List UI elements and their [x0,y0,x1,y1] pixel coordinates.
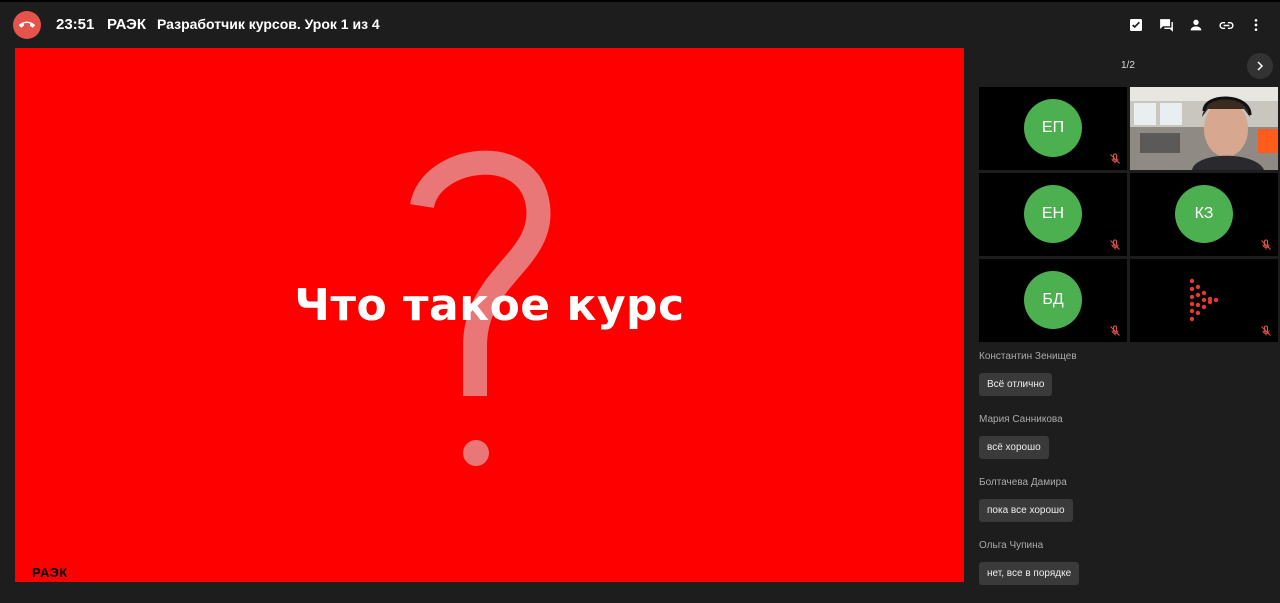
participant-tile[interactable]: ЕН [979,173,1127,256]
checklist-button[interactable] [1126,15,1146,35]
presentation-slide: Что такое курс РАЭК [15,48,964,582]
org-name: РАЭК [107,16,146,33]
mic-off-icon [1110,153,1120,164]
slide-title: Что такое курс [294,280,685,331]
checkbox-icon [1130,19,1142,31]
chat-message: Мария Санникова всё хорошо [979,414,1279,477]
chat-button[interactable] [1156,15,1176,35]
chevron-right-icon [1257,61,1264,71]
next-page-button[interactable] [1247,53,1273,79]
chat-icon [1159,18,1173,32]
avatar: ЕН [1024,185,1082,243]
participant-tile[interactable]: БД [979,259,1127,342]
more-vertical-icon [1254,19,1258,31]
page-indicator: 1/2 [1121,60,1135,71]
mic-off-icon [1110,239,1120,250]
webcam-video [1130,87,1278,170]
participant-video-tile[interactable] [1130,87,1278,170]
message-bubble: нет, все в порядке [979,562,1080,585]
message-author: Константин Зенищев [979,351,1077,362]
participant-tile[interactable] [1130,259,1278,342]
message-bubble: Всё отлично [979,373,1053,396]
message-author: Болтачева Дамира [979,477,1067,488]
more-options-button[interactable] [1246,15,1266,35]
arrow-logo-icon [1189,278,1219,322]
raek-logo: РАЭК [32,565,68,580]
mic-off-icon [1261,239,1271,250]
participant-tile[interactable]: ЕП [979,87,1127,170]
mic-off-icon [1261,325,1271,336]
avatar: КЗ [1175,185,1233,243]
chat-message: Константин Зенищев Всё отлично [979,351,1279,414]
mic-off-icon [1110,325,1120,336]
avatar: ЕП [1024,99,1082,157]
person-icon [1190,19,1202,31]
hang-up-button[interactable] [13,11,41,39]
top-bar: 23:51 РАЭК Разработчик курсов. Урок 1 из… [0,0,1280,46]
clock-time: 23:51 [56,16,95,33]
participants-button[interactable] [1186,15,1206,35]
meeting-title: Разработчик курсов. Урок 1 из 4 [157,16,380,32]
message-bubble: всё хорошо [979,436,1049,459]
message-author: Мария Санникова [979,414,1063,425]
link-icon [1218,21,1234,29]
chat-message: Болтачева Дамира пока все хорошо [979,477,1279,540]
phone-hangup-icon [19,21,35,28]
participant-tile[interactable]: КЗ [1130,173,1278,256]
chat-message: Ольга Чупина нет, все в порядке [979,540,1279,603]
message-author: Ольга Чупина [979,540,1044,551]
message-bubble: пока все хорошо [979,499,1073,522]
chat-panel: Константин Зенищев Всё отлично Мария Сан… [979,351,1279,603]
copy-link-button[interactable] [1216,15,1236,35]
avatar: БД [1024,271,1082,329]
